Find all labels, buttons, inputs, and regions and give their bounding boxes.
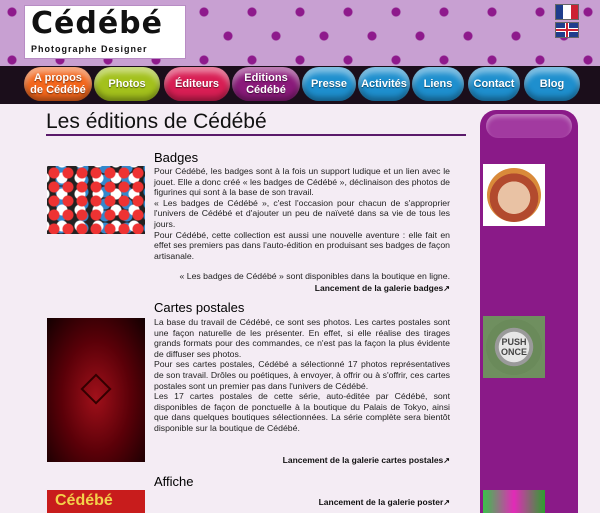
- nav-label-line2: de Cédébé: [30, 84, 86, 96]
- sidebar-photo-doll[interactable]: [483, 164, 545, 226]
- badges-paragraph-2: « Les badges de Cédébé », c'est l'occasi…: [154, 197, 450, 229]
- once-text: ONCE: [500, 347, 527, 357]
- cartes-paragraph-2: Pour ses cartes postales, Cédébé a sélec…: [154, 359, 450, 391]
- nav-button-4[interactable]: Presse: [302, 67, 356, 101]
- cartes-gallery-link[interactable]: Lancement de la galerie cartes postales↗: [283, 455, 450, 465]
- sidebar-knob: [486, 114, 572, 138]
- cartes-thumbnail[interactable]: [47, 318, 145, 462]
- badges-text: Pour Cédébé, les badges sont à la fois u…: [154, 166, 450, 261]
- affiche-gallery-link[interactable]: Lancement de la galerie poster↗: [319, 497, 450, 507]
- badges-gallery-link-label: Lancement de la galerie badges: [314, 283, 444, 293]
- affiche-thumbnail[interactable]: Cédébé: [47, 490, 145, 513]
- page-title: Les éditions de Cédébé: [46, 110, 267, 133]
- nav-label-line1: A propos: [34, 72, 82, 84]
- nav-button-label: Liens: [424, 78, 453, 90]
- nav-button-6[interactable]: Liens: [412, 67, 464, 101]
- push-button-image: PUSH ONCE: [486, 319, 542, 375]
- nav-button-8[interactable]: Blog: [524, 67, 580, 101]
- nav-button-5[interactable]: Activités: [358, 67, 410, 101]
- nav-button-label: Presse: [311, 78, 347, 90]
- nav-button-label: Éditeurs: [175, 78, 219, 90]
- heart-icon: [80, 373, 112, 405]
- nav-button-7[interactable]: Contact: [468, 67, 520, 101]
- push-text: PUSH: [501, 337, 527, 347]
- external-link-icon: ↗: [443, 456, 450, 465]
- logo-title: Cédébé: [31, 6, 164, 41]
- fr-flag-icon[interactable]: [556, 5, 578, 19]
- cartes-title: Cartes postales: [154, 300, 245, 315]
- external-link-icon: ↗: [443, 498, 450, 507]
- sidebar-photo-colors[interactable]: [483, 490, 545, 513]
- sidebar-photo-push[interactable]: PUSH ONCE: [483, 316, 545, 378]
- nav-label-line1: Presse: [310, 78, 348, 90]
- cartes-paragraph-3: Les 17 cartes postales de cette série, a…: [154, 391, 450, 433]
- nav-button-label: A propos de Cédébé: [30, 72, 86, 96]
- external-link-icon: ↗: [443, 284, 450, 293]
- cartes-gallery-link-label: Lancement de la galerie cartes postales: [282, 455, 444, 465]
- badges-paragraph-3: Pour Cédébé, cette collection est aussi …: [154, 229, 450, 261]
- badges-title: Badges: [154, 150, 199, 165]
- badges-paragraph-1: Pour Cédébé, les badges sont à la fois u…: [154, 166, 450, 198]
- title-divider: [46, 134, 466, 136]
- nav-button-label: Blog: [540, 78, 564, 90]
- nav-label-line1: Contact: [473, 78, 515, 90]
- nav-button-label: Photos: [108, 78, 145, 90]
- nav-button-2[interactable]: Éditeurs: [164, 67, 230, 101]
- badges-thumbnail[interactable]: [47, 166, 145, 234]
- nav-label-line1: Activités: [361, 78, 407, 90]
- nav-label-line1: Liens: [423, 78, 453, 90]
- nav-button-0[interactable]: A propos de Cédébé: [24, 67, 92, 101]
- nav-button-label: Activités: [361, 78, 407, 90]
- badges-gallery-link[interactable]: Lancement de la galerie badges↗: [315, 283, 450, 293]
- nav-label-line1: Éditeurs: [174, 78, 219, 90]
- nav-label-line1: Editions: [244, 72, 288, 84]
- badges-available-text: « Les badges de Cédébé » sont disponible…: [179, 271, 450, 281]
- nav-label-line1: Photos: [108, 78, 146, 90]
- logo-tagline: Photographe Designer: [31, 44, 148, 54]
- affiche-title: Affiche: [154, 474, 194, 489]
- nav-button-1[interactable]: Photos: [94, 67, 160, 101]
- affiche-thumbnail-text: Cédébé: [55, 492, 113, 509]
- cartes-text: La base du travail de Cédébé, ce sont se…: [154, 317, 450, 434]
- nav-button-label: Contact: [474, 78, 515, 90]
- nav-label-line1: Blog: [539, 78, 565, 90]
- uk-flag-icon[interactable]: [556, 23, 578, 37]
- nav-button-3[interactable]: Editions Cédébé: [232, 67, 300, 101]
- nav-button-label: Editions Cédébé: [244, 72, 287, 96]
- cartes-paragraph-1: La base du travail de Cédébé, ce sont se…: [154, 317, 450, 359]
- site-logo[interactable]: Cédébé Photographe Designer: [25, 6, 185, 58]
- nav-label-line2: Cédébé: [246, 84, 286, 96]
- doll-face-image: [487, 168, 541, 222]
- affiche-gallery-link-label: Lancement de la galerie poster: [318, 497, 444, 507]
